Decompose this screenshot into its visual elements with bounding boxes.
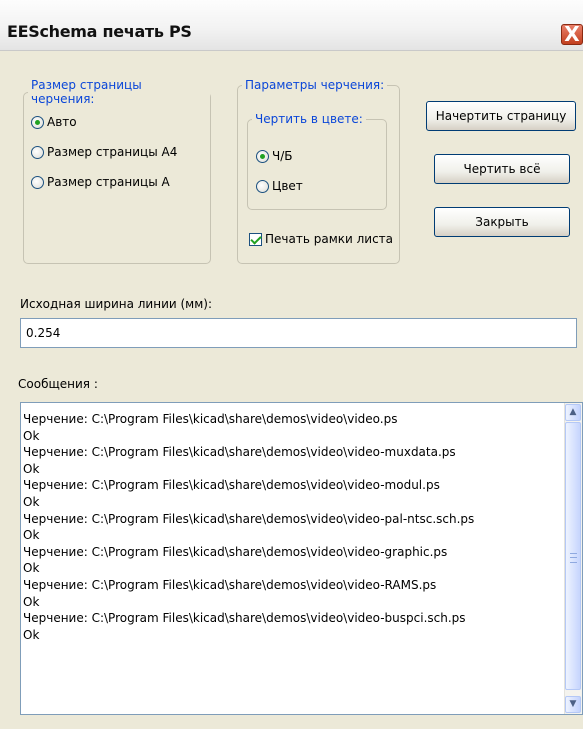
radio-page-size-a[interactable]: Размер страницы А	[31, 173, 170, 191]
checkbox-icon[interactable]	[249, 232, 262, 246]
message-line: Ok	[23, 428, 40, 443]
message-line: Ok	[23, 627, 40, 642]
plot-all-button[interactable]: Чертить всё	[434, 154, 570, 184]
scroll-up-arrow-icon: ▲	[569, 407, 577, 417]
message-line: Ok	[23, 561, 40, 576]
window-title: EESchema печать PS	[7, 22, 192, 41]
plot-color-legend: Чертить в цвете:	[255, 112, 363, 126]
scroll-up-button[interactable]: ▲	[565, 404, 581, 421]
radio-button-icon[interactable]	[256, 179, 269, 193]
scrollbar-grip-icon	[570, 553, 577, 563]
plot-page-button[interactable]: Начертить страницу	[426, 101, 576, 131]
message-line: Ok	[23, 461, 40, 476]
message-line: Ok	[23, 528, 40, 543]
message-line: Черчение: C:\Program Files\kicad\share\d…	[23, 412, 398, 426]
radio-label: Авто	[47, 115, 77, 129]
scroll-down-arrow-icon: ▼	[569, 699, 577, 709]
print-frame-checkbox-row[interactable]: Печать рамки листа	[249, 230, 393, 248]
close-window-button[interactable]: X	[561, 22, 583, 46]
message-line: Черчение: C:\Program Files\kicad\share\d…	[23, 611, 466, 626]
message-line: Черчение: C:\Program Files\kicad\share\d…	[23, 511, 475, 526]
messages-label: Сообщения :	[18, 377, 98, 391]
message-line: Ok	[23, 594, 40, 609]
scrollbar-thumb[interactable]	[565, 422, 581, 690]
radio-button-icon[interactable]	[31, 145, 44, 159]
radio-page-size-a4[interactable]: Размер страницы А4	[31, 143, 177, 161]
radio-label: Размер страницы А4	[47, 145, 178, 159]
radio-color-color[interactable]: Цвет	[256, 177, 303, 195]
radio-label: Ч/Б	[272, 149, 293, 163]
messages-list: Черчение: C:\Program Files\kicad\share\d…	[23, 411, 563, 643]
eeschema-print-ps-dialog: EESchema печать PS X Размер страницы чер…	[0, 0, 583, 729]
radio-button-icon[interactable]	[256, 149, 269, 163]
radio-page-size-auto[interactable]: Авто	[31, 113, 77, 131]
page-size-group: Размер страницы черчения:	[23, 78, 211, 264]
close-button[interactable]: Закрыть	[434, 207, 570, 237]
message-line: Черчение: C:\Program Files\kicad\share\d…	[23, 478, 440, 493]
title-bar[interactable]: EESchema печать PS X	[0, 0, 583, 51]
message-line: Черчение: C:\Program Files\kicad\share\d…	[23, 577, 437, 592]
message-line: Черчение: C:\Program Files\kicad\share\d…	[23, 544, 448, 559]
line-width-input[interactable]	[20, 318, 577, 348]
message-line: Ok	[23, 494, 40, 509]
radio-button-icon[interactable]	[31, 175, 44, 189]
close-icon: X	[564, 22, 580, 46]
line-width-label: Исходная ширина линии (мм):	[20, 297, 212, 311]
messages-box[interactable]: Черчение: C:\Program Files\kicad\share\d…	[20, 402, 583, 715]
radio-button-icon[interactable]	[31, 115, 44, 129]
scroll-down-button[interactable]: ▼	[565, 696, 581, 713]
radio-color-bw[interactable]: Ч/Б	[256, 147, 293, 165]
radio-label: Размер страницы А	[47, 175, 170, 189]
plot-params-legend: Параметры черчения:	[245, 78, 385, 92]
radio-label: Цвет	[272, 179, 303, 193]
message-line: Черчение: C:\Program Files\kicad\share\d…	[23, 445, 456, 460]
page-size-legend: Размер страницы черчения:	[31, 78, 142, 106]
checkbox-label: Печать рамки листа	[265, 232, 394, 246]
messages-scrollbar[interactable]: ▲ ▼	[564, 403, 582, 714]
